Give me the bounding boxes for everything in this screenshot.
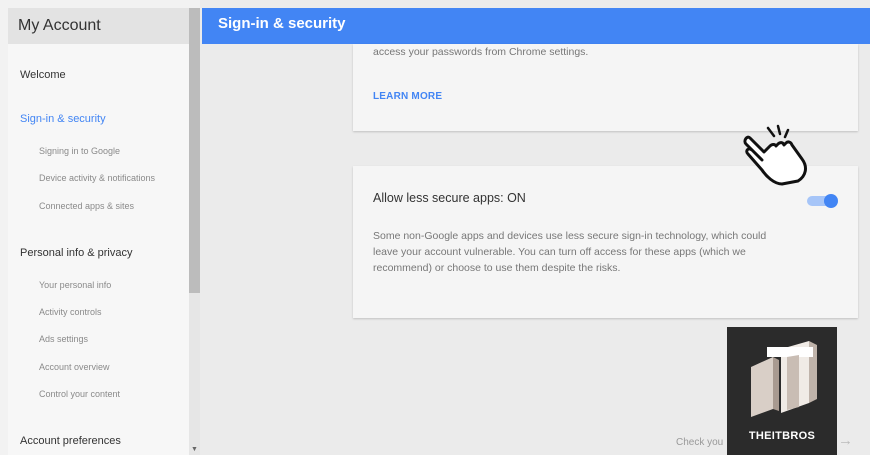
sidebar-item-personal-info-privacy[interactable]: Personal info & privacy	[20, 247, 133, 259]
page-title: Sign-in & security	[218, 15, 346, 32]
sidebar-header: My Account	[8, 8, 189, 44]
sidebar-item-sign-in-security[interactable]: Sign-in & security	[20, 113, 106, 125]
toggle-knob	[824, 194, 838, 208]
theitbros-logo-icon: THEITBROS	[727, 327, 837, 455]
sidebar-item-control-content[interactable]: Control your content	[39, 389, 120, 399]
scrollbar-thumb[interactable]	[189, 8, 200, 293]
sidebar-item-signing-in[interactable]: Signing in to Google	[39, 146, 120, 156]
less-secure-apps-title: Allow less secure apps: ON	[373, 191, 526, 205]
less-secure-apps-card: Allow less secure apps: ON Some non-Goog…	[353, 166, 858, 318]
page-header: Sign-in & security	[202, 8, 870, 44]
hand-pointer-icon	[743, 124, 807, 186]
sidebar-item-ads-settings[interactable]: Ads settings	[39, 334, 88, 344]
sidebar-scrollbar[interactable]: ▼	[189, 8, 200, 455]
less-secure-apps-toggle[interactable]	[805, 194, 839, 208]
learn-more-link[interactable]: LEARN MORE	[373, 91, 442, 102]
sidebar-title: My Account	[18, 17, 101, 34]
sidebar-item-welcome[interactable]: Welcome	[20, 69, 66, 81]
sidebar-item-your-personal-info[interactable]: Your personal info	[39, 280, 111, 290]
logo-text: THEITBROS	[748, 430, 816, 442]
sidebar-nav: Welcome Sign-in & security Signing in to…	[8, 44, 189, 455]
sidebar-item-device-activity[interactable]: Device activity & notifications	[39, 173, 155, 183]
checkup-link[interactable]: Check you	[676, 437, 723, 448]
sidebar: My Account Welcome Sign-in & security Si…	[0, 0, 200, 455]
sidebar-item-account-overview[interactable]: Account overview	[39, 362, 110, 372]
passwords-card: access your passwords from Chrome settin…	[353, 44, 858, 131]
arrow-right-icon[interactable]: →	[838, 432, 853, 449]
sidebar-item-account-preferences[interactable]: Account preferences	[20, 435, 121, 447]
sidebar-item-activity-controls[interactable]: Activity controls	[39, 307, 102, 317]
passwords-card-text: access your passwords from Chrome settin…	[373, 46, 589, 58]
scroll-down-icon[interactable]: ▼	[191, 446, 198, 453]
sidebar-item-connected-apps[interactable]: Connected apps & sites	[39, 201, 134, 211]
theitbros-logo-mark	[751, 341, 817, 417]
less-secure-apps-description: Some non-Google apps and devices use les…	[373, 230, 767, 274]
